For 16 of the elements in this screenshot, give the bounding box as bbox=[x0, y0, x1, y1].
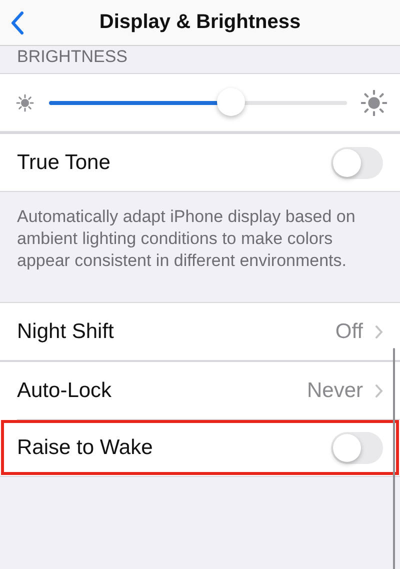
sun-small-icon bbox=[15, 92, 35, 112]
chevron-icon[interactable] bbox=[375, 324, 383, 338]
row-label: Night Shift bbox=[17, 320, 115, 344]
row-value: Off bbox=[335, 320, 363, 344]
toggle-switch[interactable] bbox=[331, 432, 383, 464]
row-label: Auto-Lock bbox=[17, 378, 113, 402]
row-label: Raise to Wake bbox=[17, 436, 154, 460]
row-value: Never bbox=[306, 378, 363, 402]
section-header: BRIGHTNESS bbox=[17, 47, 128, 67]
back-icon[interactable] bbox=[10, 11, 24, 35]
chevron-icon[interactable] bbox=[375, 384, 383, 398]
row-label: True Tone bbox=[17, 150, 112, 174]
toggle-switch[interactable] bbox=[331, 146, 383, 178]
footer-text: Automatically adapt iPhone display based on ambient lighting conditions to make colors appear consistent in different environments. bbox=[17, 207, 356, 270]
page-title: Display & Brightness bbox=[99, 11, 301, 34]
sun-large-icon bbox=[361, 90, 387, 116]
